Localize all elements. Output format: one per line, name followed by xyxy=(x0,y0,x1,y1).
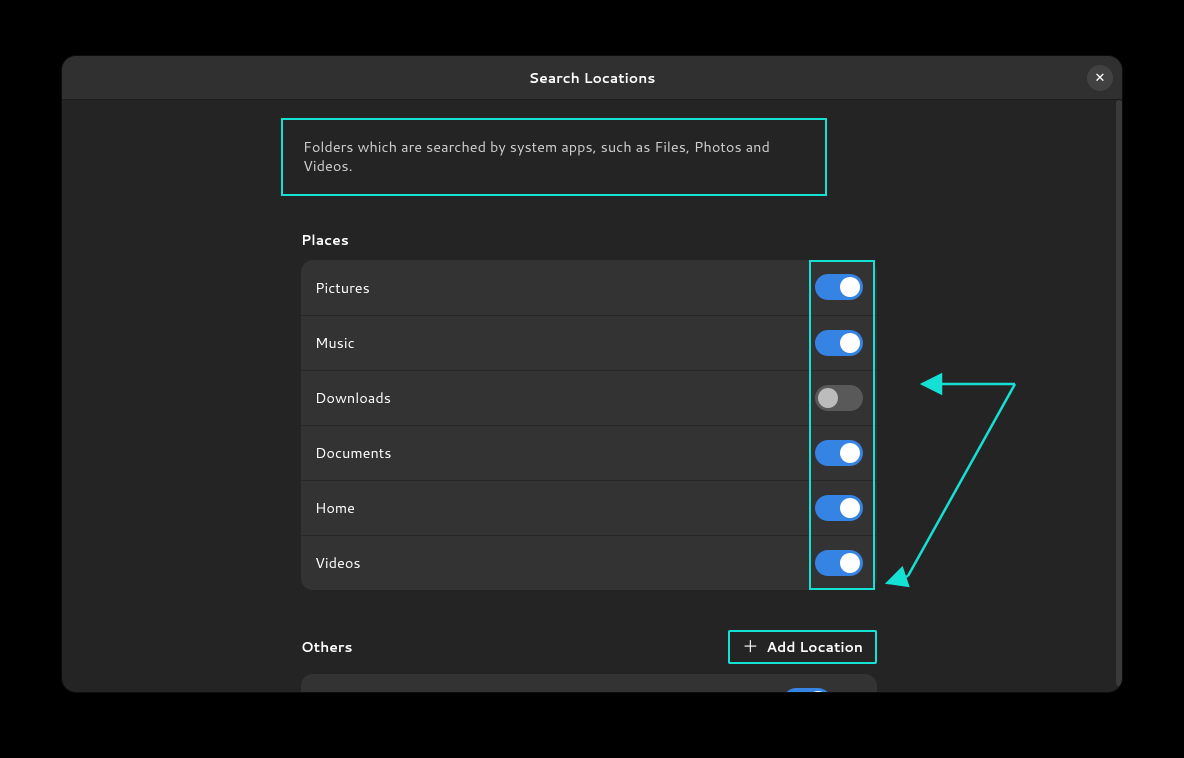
toggle-documents[interactable] xyxy=(815,440,863,466)
close-icon: ✕ xyxy=(1095,69,1106,87)
places-title: Places xyxy=(301,230,349,250)
row-label: Videos xyxy=(315,552,361,573)
row-label: Music xyxy=(315,332,355,353)
remove-location-button[interactable]: ✕ xyxy=(841,690,863,692)
others-section-header: Others ＋ Add Location xyxy=(301,630,877,664)
list-item: Home xyxy=(301,480,877,535)
others-list: Desktop ✕ xyxy=(301,674,877,692)
scrollbar[interactable] xyxy=(1116,100,1122,686)
list-item: Music xyxy=(301,315,877,370)
others-title: Others xyxy=(301,637,352,657)
list-item: Downloads xyxy=(301,370,877,425)
toggle-knob xyxy=(808,691,828,692)
remove-icon: ✕ xyxy=(846,691,858,692)
toggle-videos[interactable] xyxy=(815,550,863,576)
scrollbar-thumb[interactable] xyxy=(1116,100,1122,686)
window-title: Search Locations xyxy=(529,68,656,88)
add-location-button[interactable]: ＋ Add Location xyxy=(728,630,877,664)
list-item: Desktop ✕ xyxy=(301,674,877,692)
list-item: Videos xyxy=(301,535,877,590)
row-label: Downloads xyxy=(315,387,391,408)
places-section-header: Places xyxy=(301,230,877,250)
row-label: Desktop xyxy=(315,691,371,692)
places-list-wrapper: Pictures Music Downloads Documents xyxy=(301,260,877,590)
content-area: Folders which are searched by system app… xyxy=(62,100,1116,692)
inner-column: Folders which are searched by system app… xyxy=(301,118,877,692)
toggle-pictures[interactable] xyxy=(815,274,863,300)
toggle-knob xyxy=(818,388,838,408)
close-button[interactable]: ✕ xyxy=(1087,65,1113,91)
toggle-knob xyxy=(840,553,860,573)
toggle-knob xyxy=(840,498,860,518)
row-label: Documents xyxy=(315,442,391,463)
search-locations-window: Search Locations ✕ Folders which are sea… xyxy=(62,56,1122,692)
row-right: ✕ xyxy=(783,688,863,692)
toggle-desktop[interactable] xyxy=(783,688,831,692)
toggle-knob xyxy=(840,443,860,463)
toggle-music[interactable] xyxy=(815,330,863,356)
add-location-label: Add Location xyxy=(766,637,863,657)
list-item: Documents xyxy=(301,425,877,480)
toggle-knob xyxy=(840,277,860,297)
row-label: Home xyxy=(315,497,355,518)
toggle-downloads[interactable] xyxy=(815,385,863,411)
list-item: Pictures xyxy=(301,260,877,315)
description-text: Folders which are searched by system app… xyxy=(303,136,770,176)
titlebar: Search Locations ✕ xyxy=(62,56,1122,100)
toggle-home[interactable] xyxy=(815,495,863,521)
description-box: Folders which are searched by system app… xyxy=(281,118,827,196)
places-list: Pictures Music Downloads Documents xyxy=(301,260,877,590)
row-label: Pictures xyxy=(315,277,370,298)
plus-icon: ＋ xyxy=(742,639,758,655)
toggle-knob xyxy=(840,333,860,353)
